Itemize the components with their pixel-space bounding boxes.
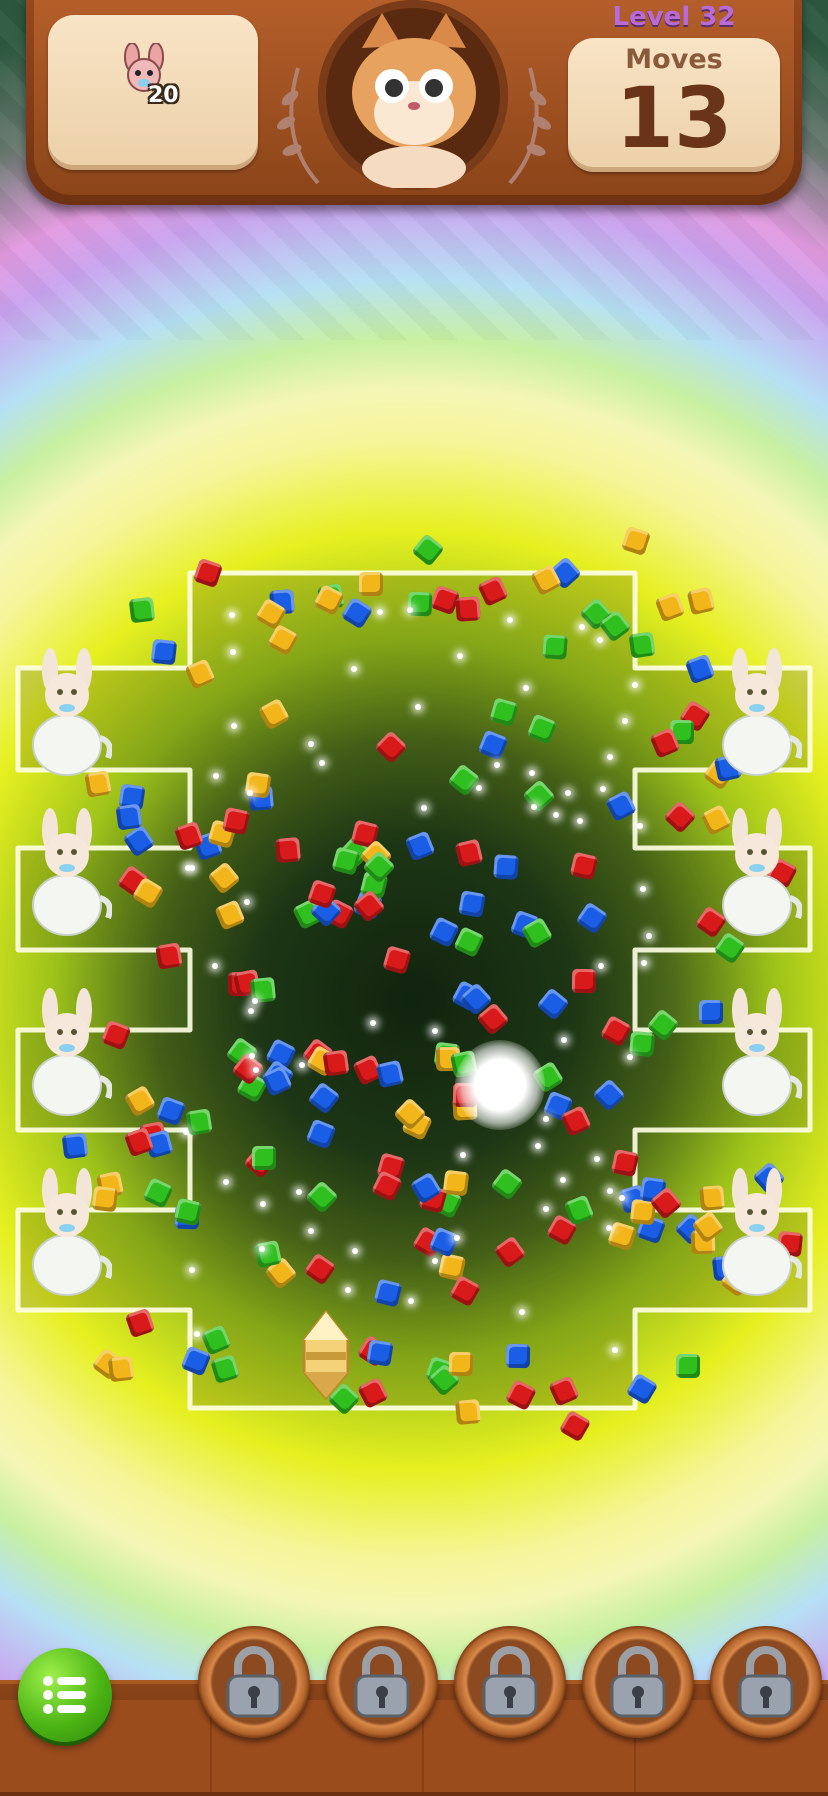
booster-slot-locked[interactable]: [326, 1626, 438, 1738]
padlock-icon: [482, 1646, 538, 1718]
rocket-booster-icon[interactable]: [296, 1310, 356, 1400]
booster-slot-locked[interactable]: [198, 1626, 310, 1738]
bunny-teapot-icon: [722, 808, 802, 936]
laurel-left-icon: [276, 67, 320, 185]
goal-panel: 20: [48, 15, 258, 170]
booster-slot-locked[interactable]: [454, 1626, 566, 1738]
bunny-teapot-icon: [722, 988, 802, 1116]
bunny-teapot-icon: [32, 988, 112, 1116]
booster-slot-locked[interactable]: [710, 1626, 822, 1738]
goal-count: 20: [148, 83, 179, 108]
padlock-icon: [226, 1646, 282, 1718]
menu-button[interactable]: [18, 1648, 112, 1742]
bunny-teapot-icon: [32, 648, 112, 776]
bunny-teapot-icon: [32, 1168, 112, 1296]
cat-avatar: [352, 13, 476, 188]
laurel-right-icon: [508, 67, 552, 185]
color-bomb-flash: [455, 1040, 545, 1130]
list-menu-icon: [43, 1676, 86, 1714]
booster-slot-locked[interactable]: [582, 1626, 694, 1738]
bunny-teapot-icon: [722, 1168, 802, 1296]
level-label: Level 32: [612, 2, 736, 32]
padlock-icon: [738, 1646, 794, 1718]
bunny-teapot-icon: [722, 648, 802, 776]
padlock-icon: [610, 1646, 666, 1718]
bunny-teapot-icon: [32, 808, 112, 936]
padlock-icon: [354, 1646, 410, 1718]
moves-counter: 13: [615, 69, 733, 167]
